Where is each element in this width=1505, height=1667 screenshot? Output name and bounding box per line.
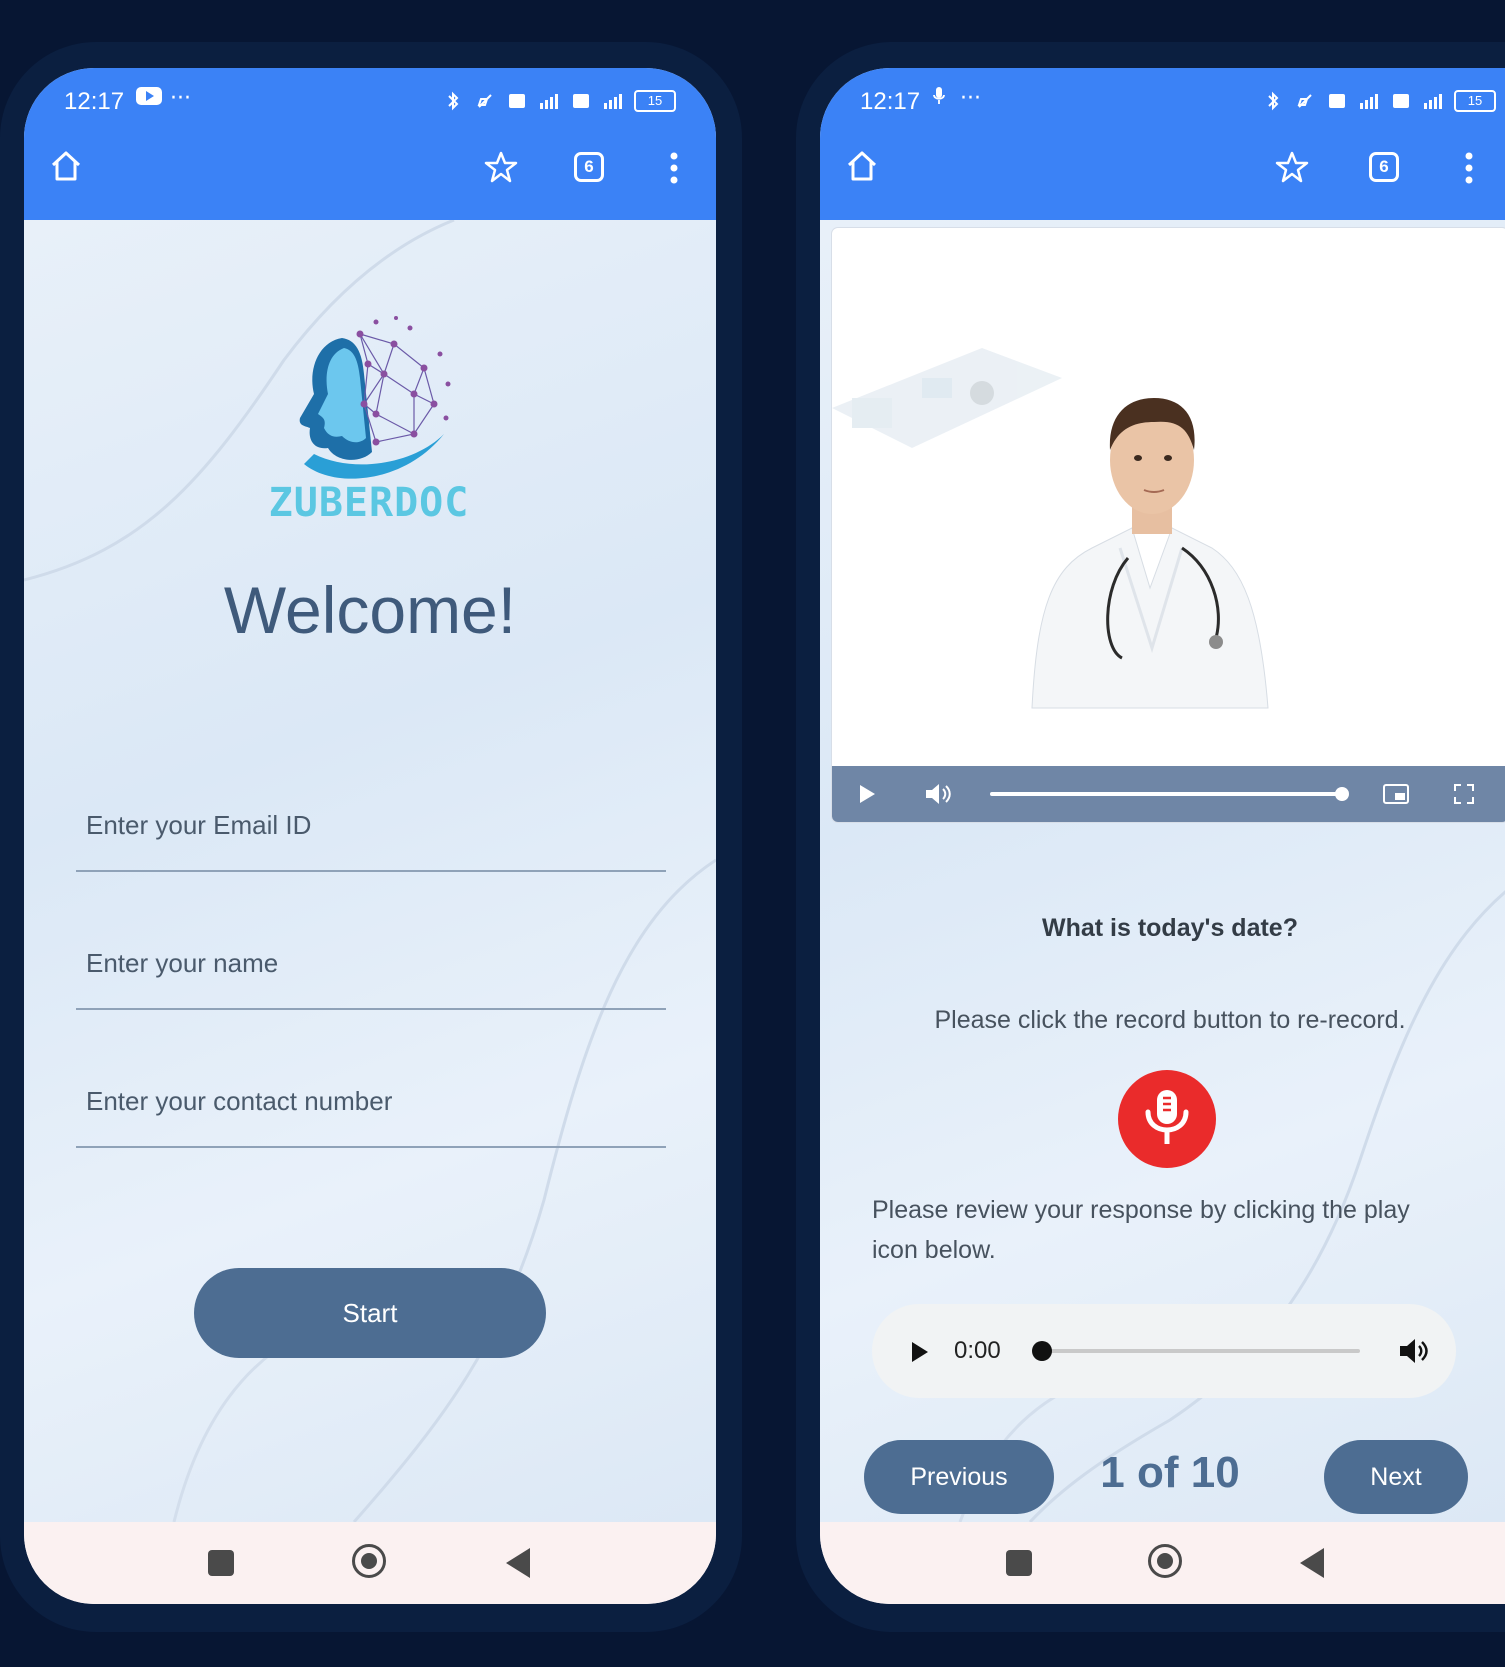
- rerecord-instruction: Please click the record button to re-rec…: [934, 1006, 1406, 1034]
- browser-topbar: 12:17 ··· 15 6: [820, 68, 1505, 220]
- login-screen: 12:17 ··· 15 6 ZUBERDOC Welcome! Enter y…: [24, 68, 716, 1604]
- volte-icon: [1329, 94, 1345, 108]
- phone-login: 12:17 ··· 15 6 ZUBERDOC Welcome! Enter y…: [0, 42, 742, 1632]
- audio-time: 0:00: [954, 1337, 1001, 1364]
- video-seek-bar[interactable]: [990, 792, 1342, 796]
- name-field-wrapper: [76, 918, 666, 1010]
- signal-5g-icon: [540, 94, 558, 109]
- bluetooth-icon: [1268, 91, 1279, 111]
- more-menu-icon[interactable]: [669, 152, 679, 184]
- video-play-icon[interactable]: [860, 785, 875, 803]
- microphone-icon: [1145, 1090, 1189, 1144]
- email-input[interactable]: [84, 809, 648, 842]
- signal-icon: [604, 94, 622, 109]
- contact-number-input[interactable]: [84, 1085, 648, 1118]
- next-button[interactable]: Next: [1324, 1440, 1468, 1514]
- video-controls: [832, 766, 1505, 822]
- volte-icon-2: [573, 94, 589, 108]
- volte-icon-2: [1393, 94, 1409, 108]
- review-instruction: Please review your response by clicking …: [872, 1196, 1410, 1264]
- audio-play-icon[interactable]: [912, 1342, 928, 1362]
- status-icons: 15: [442, 90, 676, 112]
- name-input[interactable]: [84, 947, 648, 980]
- question-screen: 12:17 ··· 15 6 What is today's date? Ple…: [820, 68, 1505, 1604]
- video-seek-handle[interactable]: [1335, 787, 1349, 801]
- mute-icon: [477, 94, 492, 108]
- audio-seek-bar[interactable]: [1042, 1349, 1360, 1353]
- question-counter: 1 of 10: [1100, 1448, 1240, 1497]
- status-icons: 15: [1262, 90, 1505, 112]
- status-more: ···: [960, 86, 981, 111]
- youtube-icon: [136, 86, 162, 111]
- status-more: ···: [170, 86, 191, 111]
- home-nav-icon[interactable]: [352, 1544, 386, 1578]
- doctor-video-frame: [832, 348, 1269, 709]
- android-nav-bar: [820, 1522, 1505, 1604]
- android-nav-bar: [24, 1522, 716, 1604]
- picture-in-picture-icon[interactable]: [1382, 782, 1410, 806]
- status-time: 12:17: [64, 88, 125, 115]
- video-volume-icon[interactable]: [924, 782, 952, 806]
- home-icon[interactable]: [48, 148, 84, 184]
- audio-player: 0:00: [872, 1304, 1456, 1398]
- volte-icon: [509, 94, 525, 108]
- more-menu-icon[interactable]: [1464, 152, 1474, 184]
- start-button[interactable]: Start: [194, 1268, 546, 1358]
- email-field-wrapper: [76, 780, 666, 872]
- signal-5g-icon: [1360, 94, 1378, 109]
- audio-volume-icon[interactable]: [1398, 1337, 1428, 1365]
- battery-icon: 15: [634, 90, 676, 112]
- bookmark-star-icon[interactable]: [484, 150, 518, 184]
- status-time: 12:17: [860, 88, 921, 115]
- tab-count-button[interactable]: 6: [574, 152, 604, 182]
- browser-topbar: 12:17 ··· 15 6: [24, 68, 716, 220]
- recents-icon[interactable]: [208, 1550, 234, 1576]
- tab-count-button[interactable]: 6: [1369, 152, 1399, 182]
- home-icon[interactable]: [844, 148, 880, 184]
- signal-icon: [1424, 94, 1442, 109]
- logo-text: ZUBERDOC: [268, 480, 470, 526]
- audio-seek-handle[interactable]: [1032, 1341, 1052, 1361]
- back-icon[interactable]: [1300, 1548, 1324, 1578]
- bookmark-star-icon[interactable]: [1275, 150, 1309, 184]
- back-icon[interactable]: [506, 1548, 530, 1578]
- recents-icon[interactable]: [1006, 1550, 1032, 1576]
- question-text: What is today's date?: [1042, 914, 1298, 942]
- mic-status-icon: [932, 86, 946, 112]
- record-button[interactable]: [1118, 1070, 1216, 1168]
- mute-icon: [1297, 94, 1312, 108]
- phone-question: 12:17 ··· 15 6 What is today's date? Ple…: [796, 42, 1505, 1632]
- home-nav-icon[interactable]: [1148, 1544, 1182, 1578]
- bluetooth-icon: [448, 91, 459, 111]
- zuberdoc-logo: [299, 316, 451, 479]
- welcome-heading: Welcome!: [223, 573, 517, 647]
- battery-icon: 15: [1454, 90, 1496, 112]
- contact-field-wrapper: [76, 1056, 666, 1148]
- video-player[interactable]: [832, 228, 1505, 822]
- previous-button[interactable]: Previous: [864, 1440, 1054, 1514]
- fullscreen-icon[interactable]: [1452, 782, 1476, 806]
